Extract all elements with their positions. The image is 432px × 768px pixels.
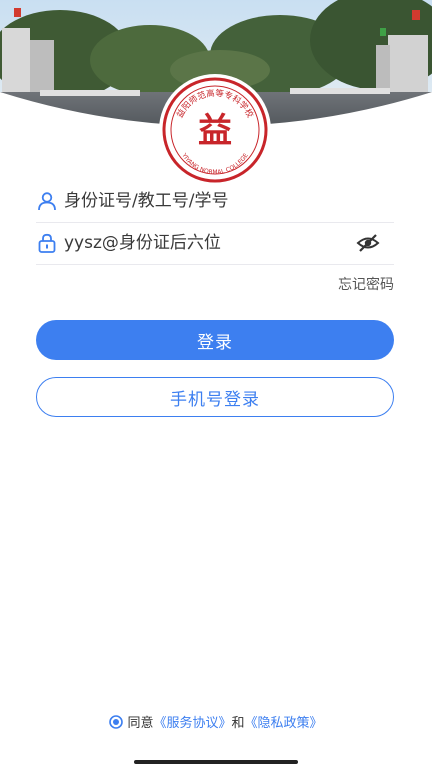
radio-checked-icon[interactable]: [109, 715, 124, 733]
password-field[interactable]: [36, 222, 394, 265]
login-button[interactable]: 登录: [36, 320, 394, 360]
forgot-password-link[interactable]: 忘记密码: [338, 274, 394, 294]
privacy-policy-link[interactable]: 《隐私政策》: [245, 716, 323, 731]
home-indicator: [134, 760, 298, 764]
service-agreement-link[interactable]: 《服务协议》: [153, 716, 231, 731]
phone-login-button[interactable]: 手机号登录: [36, 377, 394, 417]
lock-icon: [36, 232, 58, 254]
username-input[interactable]: [64, 191, 344, 211]
college-logo: 益阳师范高等专科学校 YIYANG NORMAL COLLEGE 益: [161, 76, 269, 184]
eye-off-icon[interactable]: [356, 232, 380, 254]
logo-emblem: 益: [198, 111, 232, 151]
user-icon: [36, 190, 58, 212]
password-input[interactable]: [64, 233, 344, 253]
agreement-row: 同意《服务协议》和《隐私政策》: [0, 712, 432, 733]
username-field[interactable]: [36, 180, 394, 223]
agreement-conjunction: 和: [231, 716, 245, 731]
agreement-prefix: 同意: [127, 716, 154, 731]
